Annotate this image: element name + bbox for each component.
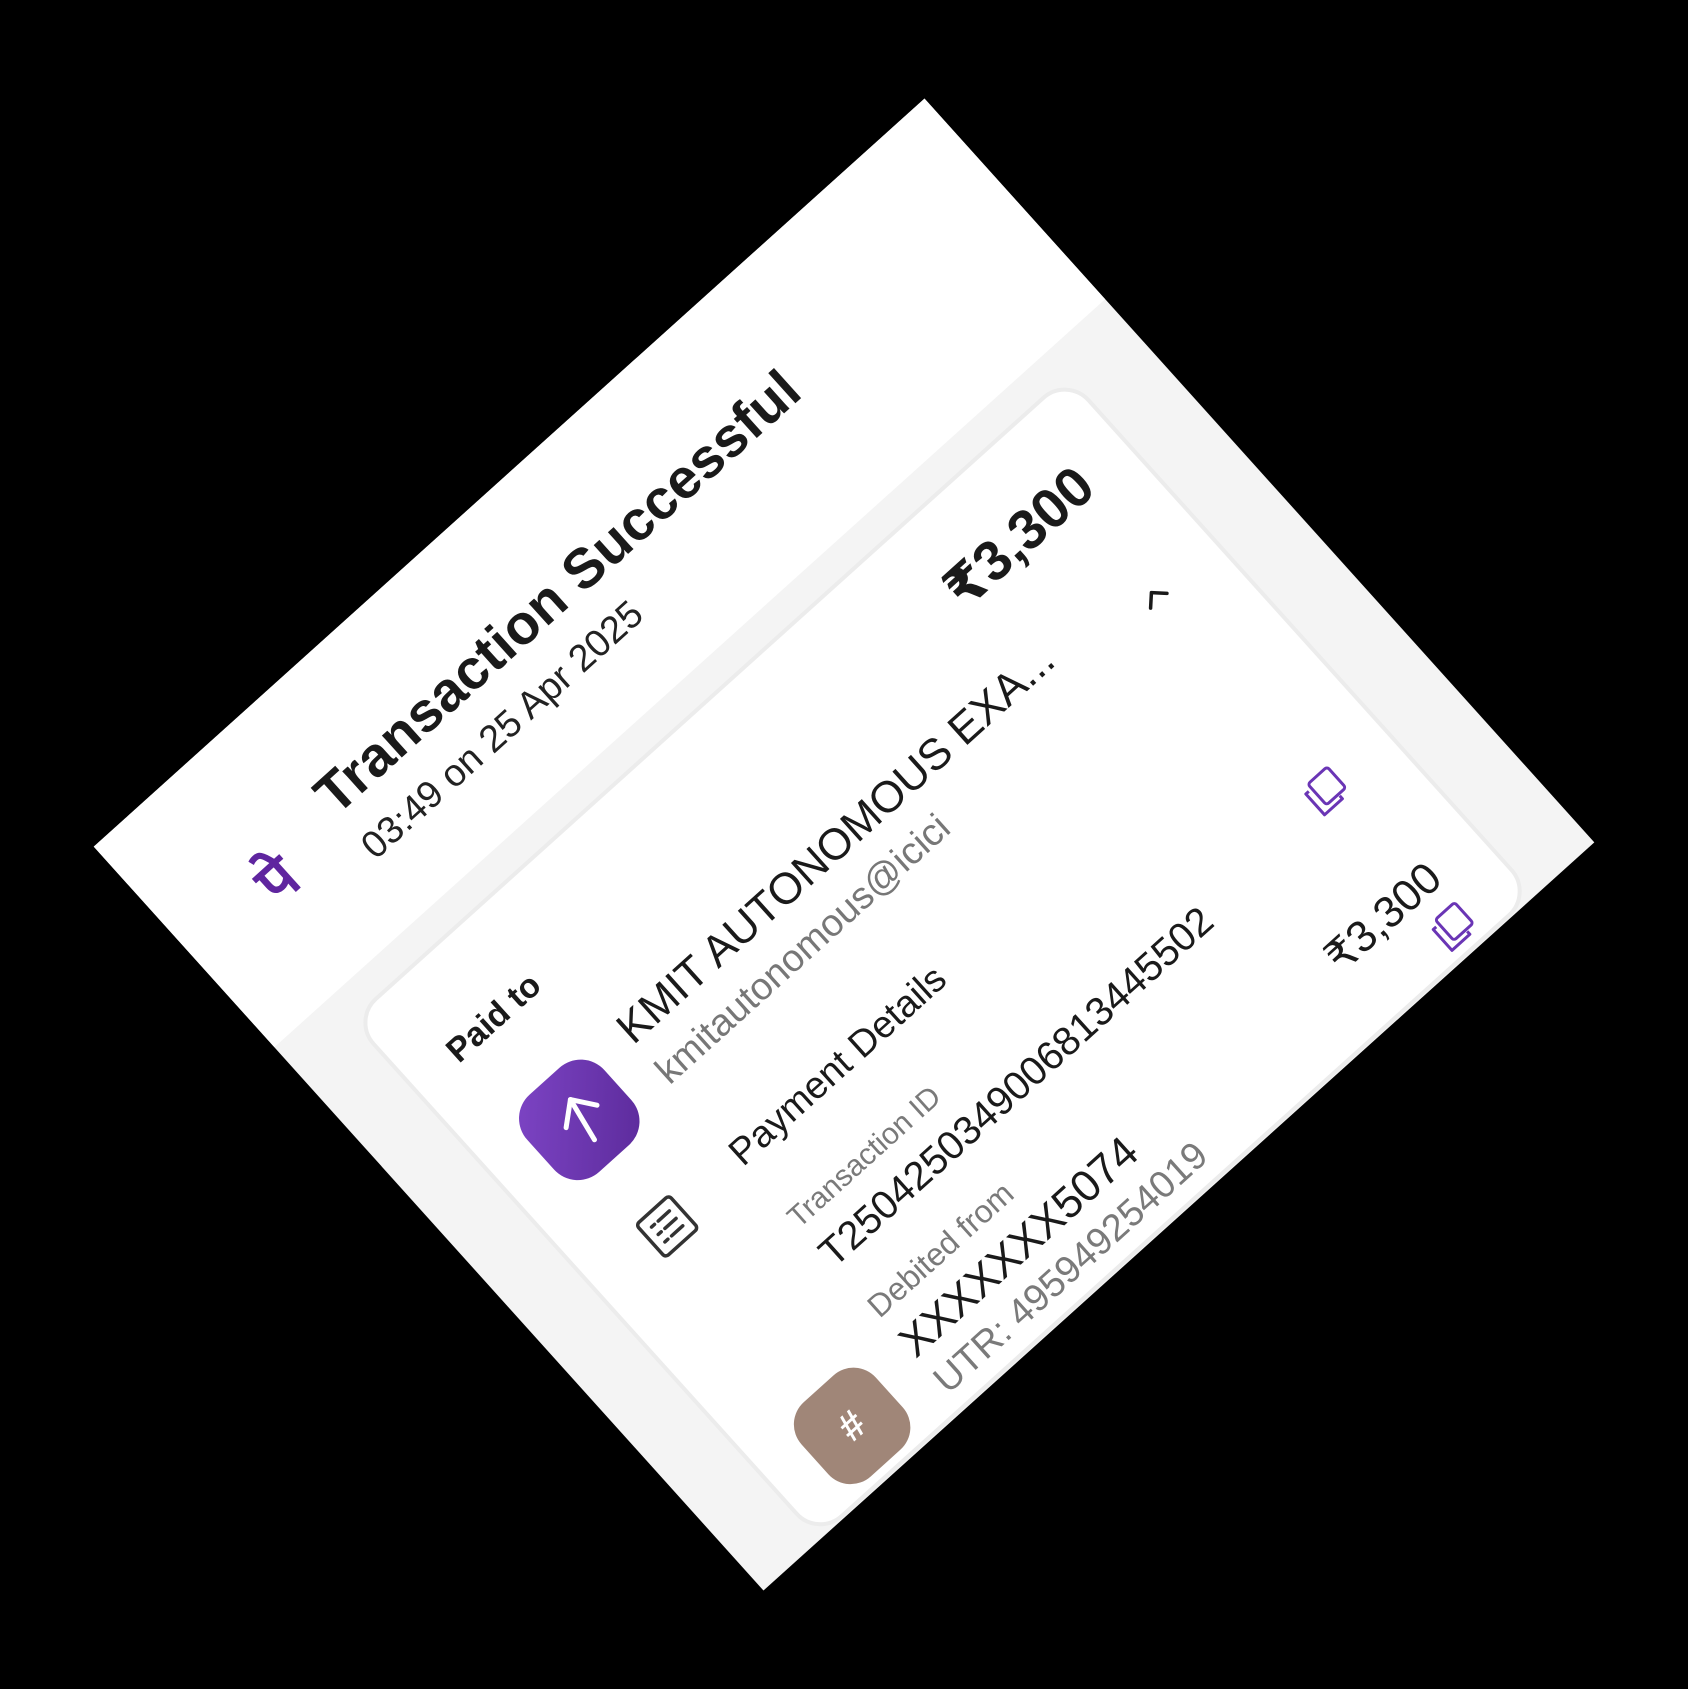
paid-to-label: Paid to bbox=[438, 965, 549, 1070]
merchant-avatar bbox=[505, 1046, 653, 1194]
phonepe-logo-icon: पे bbox=[227, 829, 329, 931]
hash-icon: # bbox=[828, 1401, 875, 1450]
bank-avatar: # bbox=[781, 1355, 923, 1497]
arrow-up-icon bbox=[563, 1097, 600, 1143]
receipt-icon bbox=[635, 1195, 699, 1258]
chevron-up-icon[interactable] bbox=[1129, 571, 1180, 622]
copy-transaction-id-icon[interactable] bbox=[1293, 758, 1358, 823]
transaction-screen: पे Transaction Successful 03:49 on 25 Ap… bbox=[93, 98, 1595, 1591]
brand-glyph: पे bbox=[242, 843, 313, 917]
